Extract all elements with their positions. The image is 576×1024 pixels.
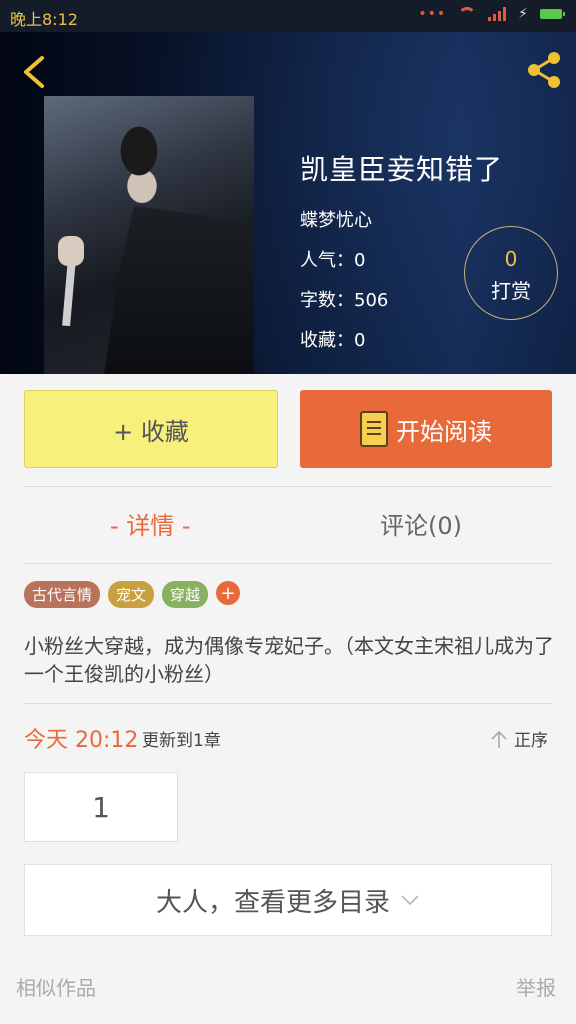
chevron-left-icon [24,56,44,88]
status-bar: 晚上8:12 ••• ⚡ [0,0,576,32]
wifi-icon [458,7,477,21]
battery-icon [540,9,565,19]
charging-icon: ⚡ [518,6,528,22]
tag-list: 古代言情 宠文 穿越 + [24,581,241,608]
collect-button[interactable]: + 收藏 [24,390,278,468]
tip-count: 0 [504,247,518,271]
sort-order-button[interactable]: 正序 [490,726,548,751]
tag-time-travel[interactable]: 穿越 [162,581,209,608]
start-reading-button[interactable]: 开始阅读 [300,390,552,468]
share-button[interactable] [522,48,566,92]
arrow-up-icon [491,730,507,748]
book-cover-image [44,96,254,374]
divider [24,486,552,487]
sort-order-label: 正序 [514,731,548,751]
tip-button[interactable]: 0 打赏 [464,226,558,320]
chapter-page-number: 1 [92,790,110,824]
collect-button-label: + 收藏 [113,417,189,446]
view-more-catalog-label: 大人，查看更多目录 [155,887,390,918]
update-time: 今天 20:12 [24,728,139,753]
book-header: 凯皇臣妾知错了 蝶梦忧心 人气：0 字数：506 收藏：0 0 打赏 [0,32,576,374]
book-icon [360,411,388,447]
view-more-catalog-button[interactable]: 大人，查看更多目录 [24,864,552,936]
divider [24,703,552,704]
tag-ancient-romance[interactable]: 古代言情 [24,581,101,608]
book-favorites: 收藏：0 [300,330,366,351]
chevron-down-icon [401,895,419,906]
signal-icon [488,7,507,21]
status-icons: ••• ⚡ [418,6,565,22]
add-tag-button[interactable]: + [216,581,241,605]
back-button[interactable] [16,52,56,92]
tag-pampering[interactable]: 宠文 [108,581,155,608]
tip-label: 打赏 [491,279,531,303]
status-time: 晚上8:12 [10,10,78,29]
report-link[interactable]: 举报 [516,972,556,1001]
book-title: 凯皇臣妾知错了 [300,153,504,186]
similar-works-link[interactable]: 相似作品 [16,972,96,1001]
notification-dots-icon: ••• [418,6,447,22]
book-author[interactable]: 蝶梦忧心 [300,206,503,232]
update-text: 更新到1章 [142,731,221,751]
tab-comments[interactable]: 评论(0) [380,506,462,541]
chapter-page-button[interactable]: 1 [24,772,178,842]
tab-detail[interactable]: - 详情 - [110,506,191,541]
book-description: 小粉丝大穿越，成为偶像专宠妃子。（本文女主宋祖儿成为了一个王俊凯的小粉丝） [24,634,554,686]
share-icon [528,52,560,88]
divider [24,563,552,564]
start-reading-label: 开始阅读 [396,417,492,446]
